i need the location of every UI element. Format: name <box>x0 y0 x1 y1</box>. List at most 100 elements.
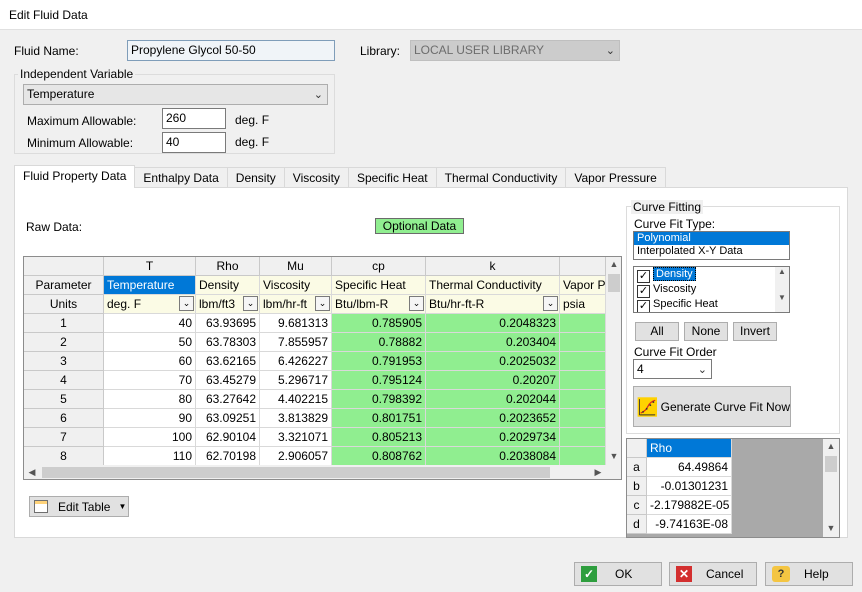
curve-fit-order-select[interactable]: 4 ⌄ <box>633 359 712 379</box>
coefficient-header[interactable]: Rho <box>647 439 732 458</box>
data-cell[interactable]: 0.2025032 <box>426 352 560 371</box>
property-item-density[interactable]: ✓ Density <box>634 267 789 283</box>
scroll-right-icon[interactable]: ▶ <box>590 467 606 478</box>
fluid-name-input[interactable]: Propylene Glycol 50-50 <box>127 40 335 61</box>
scroll-down-icon[interactable]: ▼ <box>606 451 621 461</box>
cancel-button[interactable]: ✕ Cancel <box>669 562 757 586</box>
data-cell[interactable]: 70 <box>104 371 196 390</box>
units-select[interactable]: Btu/hr-ft-R ⌄ <box>426 295 560 314</box>
coefficient-value[interactable]: -2.179882E-05 <box>647 496 732 515</box>
scroll-up-icon[interactable]: ▲ <box>823 441 839 451</box>
grid-horizontal-scrollbar[interactable]: ◀ ▶ <box>24 465 621 479</box>
coefficient-value[interactable]: -9.74163E-08 <box>647 515 732 534</box>
chevron-down-icon[interactable]: ⌄ <box>409 296 424 311</box>
data-cell[interactable]: 60 <box>104 352 196 371</box>
units-select[interactable]: psia <box>560 295 606 314</box>
all-button[interactable]: All <box>635 322 679 341</box>
data-cell[interactable]: 9.681313 <box>260 314 332 333</box>
row-header[interactable]: 7 <box>24 428 104 447</box>
curve-fit-type-item[interactable]: Interpolated X-Y Data <box>634 245 789 258</box>
parameter-cell[interactable]: Temperature <box>104 276 196 295</box>
curve-fit-type-list[interactable]: Polynomial Interpolated X-Y Data <box>633 231 790 260</box>
row-header[interactable]: 1 <box>24 314 104 333</box>
scroll-down-icon[interactable]: ▼ <box>823 523 839 533</box>
row-header[interactable]: 3 <box>24 352 104 371</box>
data-cell[interactable] <box>560 428 606 447</box>
scroll-down-icon[interactable]: ▼ <box>775 293 789 302</box>
row-header[interactable]: 6 <box>24 409 104 428</box>
data-cell[interactable]: 40 <box>104 314 196 333</box>
data-cell[interactable] <box>560 333 606 352</box>
data-cell[interactable]: 0.78882 <box>332 333 426 352</box>
data-cell[interactable]: 100 <box>104 428 196 447</box>
data-cell[interactable]: 63.62165 <box>196 352 260 371</box>
scroll-thumb[interactable] <box>825 456 837 472</box>
row-header[interactable]: 2 <box>24 333 104 352</box>
data-cell[interactable]: 0.2023652 <box>426 409 560 428</box>
data-cell[interactable]: 6.426227 <box>260 352 332 371</box>
data-cell[interactable]: 0.805213 <box>332 428 426 447</box>
property-item-specific-heat[interactable]: ✓ Specific Heat <box>634 297 789 312</box>
data-cell[interactable]: 63.45279 <box>196 371 260 390</box>
ok-button[interactable]: ✓ OK <box>574 562 662 586</box>
data-cell[interactable]: 50 <box>104 333 196 352</box>
data-cell[interactable]: 3.321071 <box>260 428 332 447</box>
data-cell[interactable]: 3.813829 <box>260 409 332 428</box>
data-cell[interactable]: 63.78303 <box>196 333 260 352</box>
row-header[interactable]: 8 <box>24 447 104 466</box>
parameter-cell[interactable]: Density <box>196 276 260 295</box>
data-cell[interactable]: 0.203404 <box>426 333 560 352</box>
scroll-up-icon[interactable]: ▲ <box>775 267 789 276</box>
data-cell[interactable]: 4.402215 <box>260 390 332 409</box>
row-header[interactable]: 5 <box>24 390 104 409</box>
data-cell[interactable] <box>560 371 606 390</box>
units-select[interactable]: lbm/ft3 ⌄ <box>196 295 260 314</box>
raw-data-grid[interactable]: T Rho Mu cp k Parameter Temperature Dens… <box>23 256 622 480</box>
parameter-cell[interactable]: Vapor Pr <box>560 276 606 295</box>
invert-button[interactable]: Invert <box>733 322 777 341</box>
min-allowable-input[interactable]: 40 <box>162 132 226 153</box>
property-item-viscosity[interactable]: ✓ Viscosity <box>634 282 789 298</box>
tab-thermal-conductivity[interactable]: Thermal Conductivity <box>435 167 567 188</box>
data-cell[interactable]: 63.27642 <box>196 390 260 409</box>
coefficient-grid[interactable]: Rho a 64.49864 b -0.01301231 c -2.179882E-05 d… <box>626 438 840 538</box>
help-button[interactable]: ? Help <box>765 562 853 586</box>
scroll-up-icon[interactable]: ▲ <box>606 259 621 269</box>
coefficient-value[interactable]: 64.49864 <box>647 458 732 477</box>
data-cell[interactable]: 90 <box>104 409 196 428</box>
data-cell[interactable]: 0.791953 <box>332 352 426 371</box>
data-cell[interactable]: 63.09251 <box>196 409 260 428</box>
data-cell[interactable] <box>560 390 606 409</box>
data-cell[interactable] <box>560 447 606 466</box>
data-cell[interactable]: 2.906057 <box>260 447 332 466</box>
max-allowable-input[interactable]: 260 <box>162 108 226 129</box>
chevron-down-icon[interactable]: ⌄ <box>179 296 194 311</box>
scroll-thumb[interactable] <box>42 467 550 478</box>
data-cell[interactable]: 0.808762 <box>332 447 426 466</box>
checklist-scrollbar[interactable]: ▲ ▼ <box>775 267 789 312</box>
edit-table-button[interactable]: Edit Table ▼ <box>29 496 129 517</box>
tab-vapor-pressure[interactable]: Vapor Pressure <box>565 167 666 188</box>
tab-density[interactable]: Density <box>226 167 285 188</box>
curve-fit-type-item[interactable]: Polynomial <box>634 232 789 245</box>
data-cell[interactable]: 62.90104 <box>196 428 260 447</box>
data-cell[interactable]: 0.801751 <box>332 409 426 428</box>
parameter-cell[interactable]: Specific Heat <box>332 276 426 295</box>
tab-specific-heat[interactable]: Specific Heat <box>347 167 437 188</box>
units-select[interactable]: deg. F ⌄ <box>104 295 196 314</box>
data-cell[interactable]: 0.795124 <box>332 371 426 390</box>
none-button[interactable]: None <box>684 322 728 341</box>
data-cell[interactable]: 110 <box>104 447 196 466</box>
parameter-cell[interactable]: Viscosity <box>260 276 332 295</box>
data-cell[interactable]: 0.2048323 <box>426 314 560 333</box>
data-cell[interactable]: 0.20207 <box>426 371 560 390</box>
data-cell[interactable]: 0.2029734 <box>426 428 560 447</box>
generate-curve-fit-button[interactable]: Generate Curve Fit Now <box>633 386 791 427</box>
library-select[interactable]: LOCAL USER LIBRARY ⌄ <box>410 40 620 61</box>
data-cell[interactable]: 0.202044 <box>426 390 560 409</box>
row-header[interactable]: 4 <box>24 371 104 390</box>
data-cell[interactable] <box>560 409 606 428</box>
property-checklist[interactable]: ✓ Density ✓ Viscosity ✓ Specific Heat ▲ ▼ <box>633 266 790 313</box>
scroll-thumb[interactable] <box>608 274 620 292</box>
tab-enthalpy-data[interactable]: Enthalpy Data <box>134 167 228 188</box>
